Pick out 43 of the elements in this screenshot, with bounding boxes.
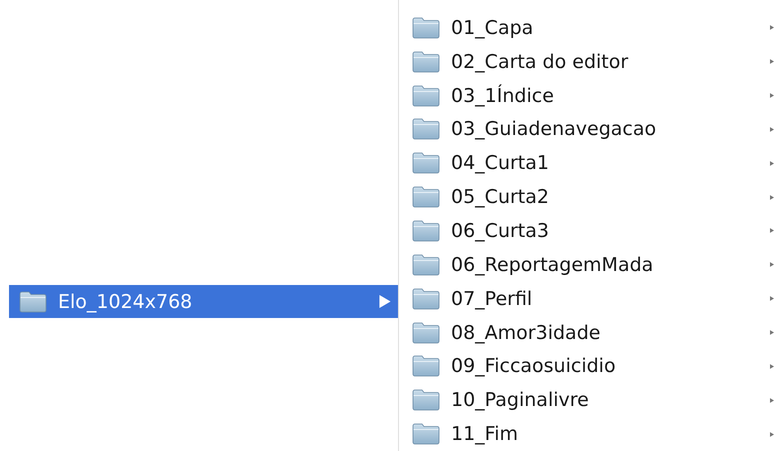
folder-name: 03_1Índice (451, 84, 555, 107)
folder-name: 05_Curta2 (451, 186, 550, 208)
folder-icon (412, 355, 440, 378)
folder-icon (412, 118, 440, 140)
folder-row[interactable]: 03_1Índice (410, 78, 774, 113)
folder-icon (412, 84, 440, 107)
folder-icon (412, 152, 440, 174)
folder-name: 04_Curta1 (451, 152, 550, 174)
folder-name: 11_Fim (451, 423, 520, 446)
folder-row[interactable]: 08_Amor3idade (410, 316, 774, 350)
folder-row[interactable]: 06_Curta3 (410, 214, 774, 248)
folder-icon (412, 288, 440, 310)
folder-icon (19, 290, 47, 312)
folder-name: 08_Amor3idade (451, 322, 602, 344)
folder-icon (412, 322, 440, 344)
folder-row[interactable]: 10_Paginalivre (410, 383, 774, 418)
folder-name: 06_ReportagemMada (451, 254, 654, 276)
folder-row[interactable]: 09_Ficcaosuicidio (410, 349, 774, 384)
folder-icon (412, 16, 440, 39)
folder-name: 06_Curta3 (451, 220, 550, 242)
arrow-icon (379, 295, 391, 308)
folder-icon (412, 389, 440, 412)
folder-row[interactable]: 11_Fim (410, 417, 774, 451)
folder-row[interactable]: 03_Guiadenavegacao (410, 112, 774, 146)
folder-row[interactable]: Elo_1024x768 (9, 285, 398, 318)
folder-name: 09_Ficcaosuicidio (451, 355, 617, 378)
folder-icon (412, 423, 440, 446)
folder-name: 03_Guiadenavegacao (451, 118, 658, 140)
folder-icon (412, 186, 440, 208)
folder-name: 10_Paginalivre (451, 389, 590, 412)
folder-row[interactable]: 01_Capa (410, 11, 774, 45)
folder-row[interactable]: 07_Perfil (410, 282, 774, 316)
folder-icon (412, 50, 440, 73)
folder-row[interactable]: 02_Carta do editor (410, 44, 774, 79)
folder-icon (412, 254, 440, 276)
folder-icon (412, 220, 440, 242)
folder-name: 02_Carta do editor (451, 50, 630, 73)
folder-name: 07_Perfil (451, 288, 534, 310)
folder-row[interactable]: 04_Curta1 (410, 146, 774, 180)
folder-name: Elo_1024x768 (58, 290, 194, 312)
folder-row[interactable]: 05_Curta2 (410, 180, 774, 214)
folder-row[interactable]: 06_ReportagemMada (410, 248, 774, 282)
folder-name: 01_Capa (451, 16, 534, 39)
